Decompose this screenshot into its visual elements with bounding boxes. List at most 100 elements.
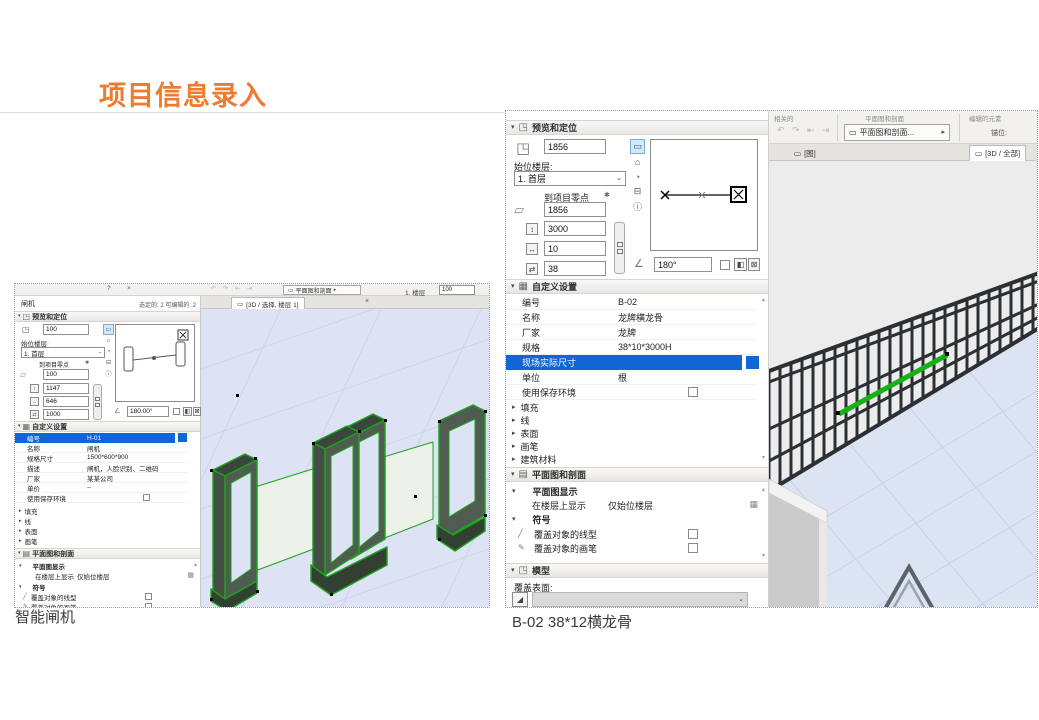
anchor-value-field[interactable]: 100	[43, 369, 89, 380]
view-selector-dropdown[interactable]: ▭ 平面图和剖面... ▸	[844, 124, 950, 141]
3d-view-icon[interactable]: ◔	[103, 346, 114, 357]
elevation-field[interactable]: 1856	[544, 139, 606, 154]
scroll-up-icon[interactable]: ▴	[762, 297, 765, 303]
view-selector-dropdown[interactable]: ▭ 平面图和剖面 ▸	[283, 285, 361, 295]
group-pen[interactable]: ▸ 画笔	[19, 536, 38, 546]
section-view-icon[interactable]: ⊟	[630, 184, 645, 199]
info-view-icon[interactable]: ⓘ	[103, 368, 114, 379]
tab-3d-all[interactable]: ▭ [3D / 全部]	[969, 145, 1026, 161]
table-row[interactable]: 单位 根	[506, 370, 756, 385]
mirror-checkbox[interactable]	[173, 408, 180, 415]
flip-a-button[interactable]: ◧	[183, 407, 192, 416]
group-surface[interactable]: ▸ 表面	[19, 526, 38, 536]
saved-env-checkbox[interactable]	[688, 387, 698, 397]
section-header-custom[interactable]: ▾ ▦ 自定义设置	[506, 279, 768, 294]
table-row[interactable]: 规格尺寸 1500*600*900	[15, 453, 187, 463]
group-line[interactable]: ▸ 线	[512, 414, 530, 427]
angle-field[interactable]: 180°	[654, 257, 712, 272]
home-story-select[interactable]: 1. 首层 ⌄	[21, 347, 105, 358]
override-linetype-checkbox[interactable]	[145, 593, 152, 600]
toolbar-value-field[interactable]: 100	[439, 285, 475, 295]
table-row[interactable]: ╱ 覆盖对象的线型	[506, 527, 756, 541]
table-row[interactable]: ✎ 覆盖对象的画笔	[15, 602, 195, 608]
scroll-up-icon[interactable]: ▴	[762, 487, 765, 493]
chain-link-toggle[interactable]	[93, 384, 102, 420]
section-header-plan[interactable]: ▾ ▤ 平面图和剖面	[15, 548, 200, 559]
tab-plan[interactable]: ▭ [图]	[789, 146, 821, 161]
preview-box[interactable]	[115, 324, 195, 402]
left-3d-view[interactable]	[201, 309, 489, 608]
dialog-help-button[interactable]: ?	[107, 285, 111, 292]
undo-icon[interactable]: ↶	[777, 126, 785, 135]
table-row[interactable]: ╱ 覆盖对象的线型	[15, 592, 195, 602]
section-view-icon[interactable]: ⊟	[103, 357, 114, 368]
group-plan-display[interactable]: ▾ 平面图显示	[512, 485, 578, 498]
table-row[interactable]: 描述 闸机，人脸识别、二维码	[15, 463, 187, 473]
pan-left-icon[interactable]: ⇤	[235, 286, 240, 292]
angle-field[interactable]: 180.00°	[127, 406, 169, 417]
dim-height-field[interactable]: 3000	[544, 221, 606, 236]
info-view-icon[interactable]: ⓘ	[630, 199, 645, 214]
override-linetype-checkbox[interactable]	[688, 529, 698, 539]
dim-field-1[interactable]: 1147	[43, 383, 89, 394]
table-row[interactable]: 在楼层上显示 仅始位楼层	[506, 498, 756, 512]
override-pen-checkbox[interactable]	[145, 603, 152, 608]
table-row[interactable]: 在楼层上显示 仅始位楼层	[15, 571, 195, 581]
3d-view-icon[interactable]: ◔	[630, 169, 645, 184]
pan-right-icon[interactable]: ⇥	[822, 126, 830, 135]
story-selector[interactable]: 1. 楼层	[405, 287, 425, 297]
table-row[interactable]: 厂家 龙牌	[506, 325, 756, 340]
row-action-box[interactable]	[178, 433, 187, 442]
flip-a-button[interactable]: ◧	[734, 258, 747, 271]
dialog-close-button[interactable]: ×	[127, 285, 131, 292]
table-row[interactable]: 使用保存环境	[15, 493, 187, 503]
redo-icon[interactable]: ↷	[223, 286, 228, 292]
elevation-field[interactable]: 100	[43, 324, 89, 335]
flip-b-button[interactable]: ⊠	[193, 407, 201, 416]
group-fill[interactable]: ▸ 填充	[19, 506, 38, 516]
preview-box[interactable]	[650, 139, 758, 251]
section-header-preview[interactable]: ▾ ◳ 预览和定位	[506, 120, 768, 135]
tab-3d-selection[interactable]: ▭ [3D / 选择, 楼层 1]	[231, 297, 305, 309]
section-header-model[interactable]: ▾ ◳ 模型	[506, 563, 768, 578]
table-row[interactable]: 规格 38*10*3000H	[506, 340, 756, 355]
group-symbol[interactable]: ▾ 符号	[19, 582, 46, 592]
group-building-material[interactable]: ▸ 建筑材料	[512, 453, 557, 466]
paint-bucket-icon[interactable]: ◢	[512, 592, 528, 607]
scroll-down-icon[interactable]: ▾	[762, 553, 765, 559]
table-row[interactable]: 编号 B-02	[506, 295, 756, 310]
elevation-view-icon[interactable]: ⌂	[103, 335, 114, 346]
table-row[interactable]: 编号 H-01	[15, 433, 175, 443]
table-row[interactable]: 名称 闸机	[15, 443, 187, 453]
tab-close-icon[interactable]: ×	[365, 298, 369, 305]
group-line[interactable]: ▸ 线	[19, 516, 31, 526]
override-pen-checkbox[interactable]	[688, 543, 698, 553]
story-picker-icon[interactable]: ▦	[187, 572, 194, 579]
table-row[interactable]: 现场实际尺寸	[506, 355, 742, 370]
pan-right-icon[interactable]: ⇥	[247, 286, 252, 292]
dim-field-3[interactable]: 1000	[43, 409, 89, 420]
scroll-up-icon[interactable]: ▴	[194, 562, 197, 568]
undo-icon[interactable]: ↶	[211, 286, 216, 292]
group-surface[interactable]: ▸ 表面	[512, 427, 539, 440]
plan-view-icon[interactable]: ▭	[103, 324, 114, 335]
redo-icon[interactable]: ↷	[792, 126, 800, 135]
override-surface-select[interactable]: ⌄	[532, 592, 748, 607]
table-row[interactable]: ✎ 覆盖对象的画笔	[506, 541, 756, 555]
section-header-custom[interactable]: ▾ ▦ 自定义设置	[15, 421, 200, 432]
dim-depth-field[interactable]: 38	[544, 261, 606, 276]
scroll-down-icon[interactable]: ▾	[762, 455, 765, 461]
group-fill[interactable]: ▸ 填充	[512, 401, 539, 414]
home-story-select[interactable]: 1. 首层 ⌄	[514, 171, 626, 186]
saved-env-checkbox[interactable]	[143, 494, 150, 501]
flip-b-button[interactable]: ⊠	[748, 258, 760, 271]
group-plan-display[interactable]: ▾ 平面图显示	[19, 561, 65, 571]
section-header-plan[interactable]: ▾ ▤ 平面图和剖面	[506, 467, 768, 482]
mirror-checkbox[interactable]	[720, 260, 730, 270]
dim-field-2[interactable]: 646	[43, 396, 89, 407]
table-row[interactable]: 单价 --	[15, 483, 187, 493]
plan-view-icon[interactable]: ▭	[630, 139, 645, 154]
group-symbol[interactable]: ▾ 符号	[512, 513, 551, 526]
group-pen[interactable]: ▸ 画笔	[512, 440, 539, 453]
chain-link-toggle[interactable]	[614, 222, 625, 274]
